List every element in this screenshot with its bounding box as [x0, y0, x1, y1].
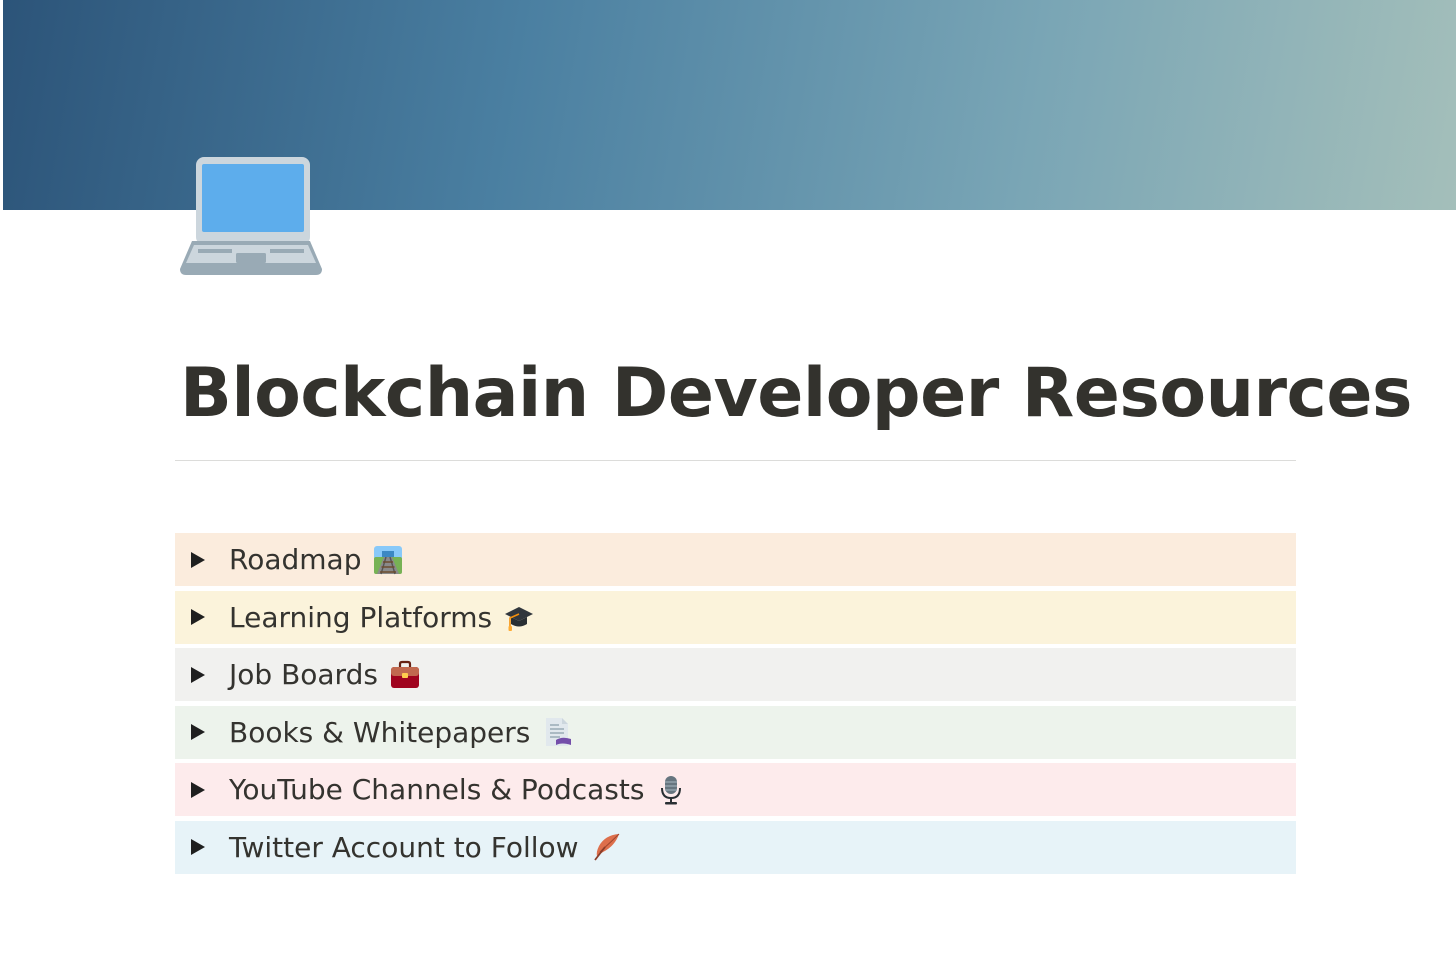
microphone-icon — [656, 775, 686, 805]
toggle-learning-platforms[interactable]: Learning Platforms — [175, 590, 1296, 644]
toggle-books-whitepapers[interactable]: Books & Whitepapers — [175, 705, 1296, 759]
divider — [175, 460, 1296, 461]
toggle-roadmap[interactable]: Roadmap — [175, 533, 1296, 586]
toggle-twitter-accounts[interactable]: Twitter Account to Follow — [175, 820, 1296, 874]
toggle-label: Roadmap — [229, 543, 362, 576]
toggle-label: Books & Whitepapers — [229, 715, 531, 749]
toggle-arrow-icon[interactable] — [175, 821, 229, 874]
toggle-job-boards[interactable]: Job Boards — [175, 648, 1296, 701]
graduation-cap-icon — [504, 602, 534, 632]
page-title: Blockchain Developer Resources — [180, 354, 1412, 433]
toggle-arrow-icon[interactable] — [175, 763, 229, 816]
toggle-arrow-icon[interactable] — [175, 591, 229, 644]
toggle-label: YouTube Channels & Podcasts — [229, 773, 645, 806]
briefcase-icon — [390, 660, 420, 690]
laptop-icon[interactable] — [178, 155, 324, 279]
page-with-curl-icon — [542, 717, 572, 747]
feather-icon — [591, 832, 621, 862]
toggle-list: Roadmap Learning Platforms Job Boards Bo… — [175, 533, 1296, 878]
toggle-arrow-icon[interactable] — [175, 648, 229, 701]
railway-track-icon — [373, 545, 403, 575]
toggle-label: Learning Platforms — [229, 600, 493, 634]
toggle-label: Twitter Account to Follow — [229, 830, 579, 864]
toggle-youtube-podcasts[interactable]: YouTube Channels & Podcasts — [175, 763, 1296, 816]
toggle-arrow-icon[interactable] — [175, 706, 229, 759]
toggle-label: Job Boards — [229, 658, 378, 691]
toggle-arrow-icon[interactable] — [175, 533, 229, 586]
